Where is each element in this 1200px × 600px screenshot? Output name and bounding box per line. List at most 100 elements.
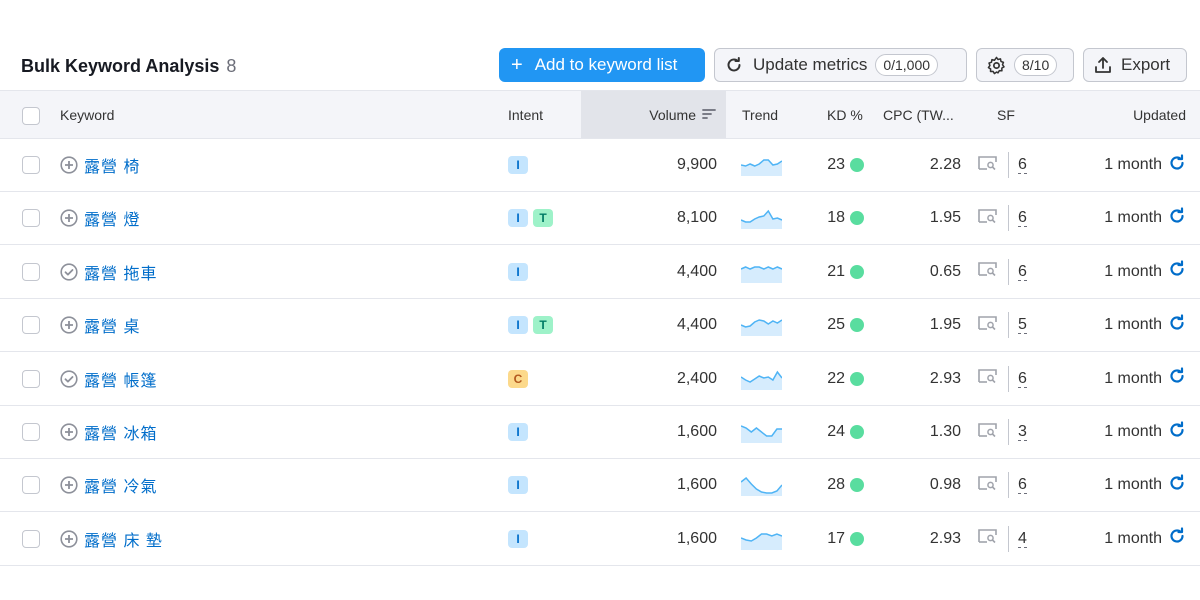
plus-icon: + — [511, 53, 523, 76]
trend-sparkline — [741, 210, 782, 230]
add-plus-icon[interactable] — [60, 476, 78, 494]
trend-area — [741, 211, 782, 230]
serp-preview-icon[interactable] — [978, 208, 998, 229]
intent-badge-i: I — [508, 262, 528, 281]
select-all-checkbox[interactable] — [22, 107, 40, 125]
serp-preview-icon[interactable] — [978, 315, 998, 336]
cpc-value: 2.93 — [929, 369, 961, 387]
serp-preview-icon[interactable] — [978, 261, 998, 282]
table-row: 露營 冰箱 I 1,600 24 1.30 3 1 month — [0, 406, 1200, 459]
column-header-updated[interactable]: Updated — [1133, 91, 1186, 138]
kd-value: 23 — [827, 156, 845, 173]
kd-difficulty-dot — [850, 158, 864, 172]
intent-badge-i: I — [508, 529, 528, 548]
sf-divider — [1008, 472, 1009, 499]
added-check-icon[interactable] — [60, 263, 78, 281]
add-plus-icon[interactable] — [60, 209, 78, 227]
sf-count[interactable]: 6 — [1018, 476, 1027, 495]
keyword-link[interactable]: 露營 燈 — [84, 206, 140, 230]
trend-cell — [741, 192, 782, 244]
refresh-icon[interactable] — [1168, 260, 1186, 283]
updated-value: 1 month — [1104, 156, 1162, 173]
row-checkbox[interactable] — [22, 262, 40, 281]
keyword-cell: 露營 拖車 — [60, 246, 157, 298]
sf-count[interactable]: 6 — [1018, 156, 1027, 174]
column-header-volume[interactable]: Volume — [581, 91, 726, 138]
settings-button[interactable]: 8/10 — [976, 48, 1074, 82]
serp-preview-icon[interactable] — [978, 368, 998, 389]
serp-preview-icon[interactable] — [978, 475, 998, 496]
keyword-link[interactable]: 露營 冷氣 — [84, 473, 157, 497]
add-plus-icon[interactable] — [60, 316, 78, 334]
sf-count[interactable]: 3 — [1018, 423, 1027, 441]
updated-cell: 1 month — [1104, 406, 1186, 458]
row-checkbox[interactable] — [22, 209, 40, 228]
refresh-icon[interactable] — [1168, 314, 1186, 337]
trend-cell — [741, 353, 782, 405]
updated-value: 1 month — [1104, 262, 1162, 280]
kd-value: 22 — [827, 369, 845, 387]
serp-preview-icon[interactable] — [978, 528, 998, 549]
column-header-intent[interactable]: Intent — [508, 91, 543, 138]
keyword-cell: 露營 床 墊 — [60, 513, 163, 565]
refresh-icon[interactable] — [1168, 367, 1186, 390]
keyword-cell: 露營 帳篷 — [60, 353, 157, 405]
refresh-icon[interactable] — [1168, 527, 1186, 550]
keyword-cell: 露營 燈 — [60, 192, 140, 244]
serp-preview-icon[interactable] — [978, 422, 998, 443]
intent-cell: C — [508, 353, 533, 405]
column-header-cpc[interactable]: CPC (TW... — [883, 91, 954, 138]
updated-cell: 1 month — [1104, 246, 1186, 298]
kd-cell: 17 — [800, 513, 864, 565]
column-header-kd[interactable]: KD % — [827, 91, 863, 138]
row-checkbox[interactable] — [22, 476, 40, 495]
add-plus-icon[interactable] — [60, 423, 78, 441]
row-checkbox[interactable] — [22, 156, 40, 174]
keyword-link[interactable]: 露營 拖車 — [84, 260, 157, 284]
serp-preview-icon[interactable] — [978, 155, 998, 176]
export-button[interactable]: Export — [1083, 48, 1187, 82]
keyword-link[interactable]: 露營 帳篷 — [84, 367, 157, 391]
column-header-sf[interactable]: SF — [997, 91, 1015, 138]
kd-value: 25 — [827, 316, 845, 334]
refresh-icon[interactable] — [1168, 420, 1186, 444]
keyword-link[interactable]: 露營 桌 — [84, 313, 140, 337]
table-row: 露營 桌 IT 4,400 25 1.95 5 1 month — [0, 299, 1200, 353]
sf-count[interactable]: 4 — [1018, 530, 1027, 548]
sf-cell: 6 — [978, 353, 1027, 405]
update-metrics-button[interactable]: Update metrics 0/1,000 — [714, 48, 967, 82]
row-checkbox[interactable] — [22, 529, 40, 548]
intent-cell: IT — [508, 192, 558, 244]
column-header-trend[interactable]: Trend — [742, 91, 778, 138]
table-row: 露營 椅 I 9,900 23 2.28 6 1 month — [0, 139, 1200, 192]
sf-count[interactable]: 5 — [1018, 316, 1027, 335]
sf-count[interactable]: 6 — [1018, 263, 1027, 281]
keyword-link[interactable]: 露營 冰箱 — [84, 420, 157, 444]
kd-difficulty-dot — [850, 211, 864, 226]
trend-sparkline — [741, 425, 782, 443]
sf-count[interactable]: 6 — [1018, 209, 1027, 228]
added-check-icon[interactable] — [60, 369, 78, 388]
add-plus-icon[interactable] — [60, 156, 78, 174]
kd-value: 18 — [827, 209, 845, 227]
sf-divider — [1008, 365, 1009, 392]
kd-difficulty-dot — [850, 371, 864, 386]
keyword-link[interactable]: 露營 椅 — [84, 153, 140, 177]
refresh-icon[interactable] — [1168, 207, 1186, 230]
column-header-keyword[interactable]: Keyword — [60, 91, 114, 138]
refresh-icon[interactable] — [1168, 153, 1186, 177]
row-checkbox[interactable] — [22, 423, 40, 441]
add-plus-icon[interactable] — [60, 530, 78, 548]
refresh-icon[interactable] — [1168, 474, 1186, 497]
keyword-link[interactable]: 露營 床 墊 — [84, 527, 163, 551]
sf-count[interactable]: 6 — [1018, 370, 1027, 388]
add-to-keyword-list-label: Add to keyword list — [534, 55, 678, 74]
row-checkbox[interactable] — [22, 316, 40, 335]
cpc-value: 0.98 — [929, 476, 961, 494]
intent-badge-i: I — [508, 423, 528, 441]
add-to-keyword-list-button[interactable]: + Add to keyword list — [499, 48, 705, 82]
row-checkbox[interactable] — [22, 369, 40, 388]
keyword-cell: 露營 冷氣 — [60, 459, 157, 511]
keyword-cell: 露營 冰箱 — [60, 406, 157, 458]
updated-cell: 1 month — [1104, 192, 1186, 244]
